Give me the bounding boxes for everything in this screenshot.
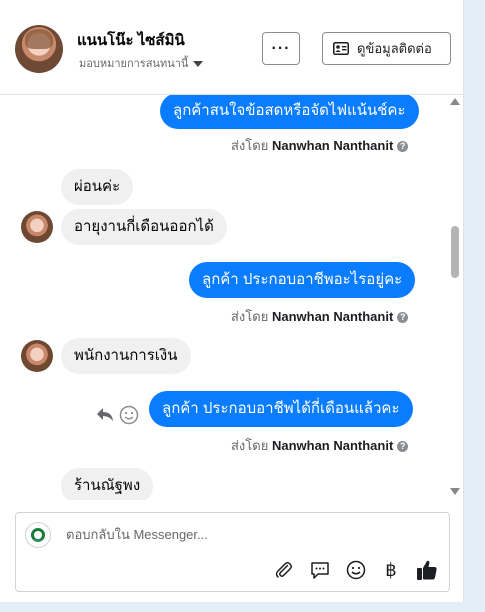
scroll-down-arrow-icon[interactable]	[450, 488, 460, 495]
message-incoming[interactable]: อายุงานกี่เดือนออกได้	[61, 209, 227, 245]
thumbs-up-icon	[417, 560, 437, 580]
emoji-button[interactable]	[345, 559, 367, 581]
reply-composer: ฿	[15, 512, 450, 592]
window-background	[464, 0, 485, 612]
emoji-reaction-icon[interactable]	[119, 405, 139, 425]
more-options-button[interactable]: ···	[262, 32, 300, 65]
message-outgoing[interactable]: ลูกค้า ประกอบอาชีพได้กี่เดือนแล้วคะ	[149, 391, 413, 427]
message-incoming[interactable]: พนักงานการเงิน	[61, 338, 191, 374]
contact-name[interactable]: แนนโน๊ะ ไซส์มินิ	[77, 28, 185, 52]
paperclip-icon	[275, 562, 292, 578]
baht-icon: ฿	[385, 560, 397, 580]
sender-name: Nanwhan Nanthanit	[271, 309, 394, 324]
saved-reply-icon	[311, 562, 329, 579]
sent-by-label: ส่งโดย Nanwhan Nanthanit?	[231, 306, 409, 327]
sent-by-label: ส่งโดย Nanwhan Nanthanit?	[231, 435, 409, 456]
assign-label: มอบหมายการสนทนานี้	[79, 58, 189, 70]
scroll-up-arrow-icon[interactable]	[450, 98, 460, 105]
reply-input[interactable]	[64, 526, 438, 543]
reply-icon[interactable]	[96, 406, 114, 422]
page-logo-icon	[25, 522, 51, 548]
message-outgoing[interactable]: ลูกค้าสนใจข้อสดหรือจัดไฟแน้นช์คะ	[160, 95, 419, 129]
message-outgoing[interactable]: ลูกค้า ประกอบอาชีพอะไรอยู่คะ	[189, 262, 416, 298]
send-like-button[interactable]	[416, 559, 438, 581]
emoji-icon	[346, 560, 366, 580]
sent-by-prefix: ส่งโดย	[231, 309, 269, 324]
view-contact-info-button[interactable]: ดูข้อมูลติดต่อ	[322, 32, 451, 65]
attach-file-button[interactable]	[273, 559, 295, 581]
conversation-header: แนนโน๊ะ ไซส์มินิ มอบหมายการสนทนานี้ ··· …	[0, 0, 463, 95]
contact-card-icon	[333, 42, 349, 55]
sent-by-prefix: ส่งโดย	[231, 138, 269, 153]
sender-name: Nanwhan Nanthanit	[271, 138, 394, 153]
help-icon[interactable]: ?	[397, 441, 409, 452]
caret-down-icon	[193, 61, 204, 68]
saved-reply-button[interactable]	[309, 559, 331, 581]
sent-by-prefix: ส่งโดย	[231, 438, 269, 453]
contact-avatar-small	[21, 340, 53, 372]
help-icon[interactable]: ?	[397, 312, 409, 323]
contact-avatar[interactable]	[15, 25, 63, 73]
scrollbar-thumb[interactable]	[451, 226, 459, 278]
view-contact-info-label: ดูข้อมูลติดต่อ	[357, 41, 432, 56]
more-options-label: ···	[271, 39, 291, 57]
window-background-bottom	[0, 602, 485, 612]
sender-name: Nanwhan Nanthanit	[271, 438, 394, 453]
conversation-panel: แนนโน๊ะ ไซส์มินิ มอบหมายการสนทนานี้ ··· …	[0, 0, 464, 602]
message-incoming[interactable]: ผ่อนค่ะ	[61, 169, 134, 205]
message-list[interactable]: ลูกค้าสนใจข้อสดหรือจัดไฟแน้นช์คะ ส่งโดย …	[0, 95, 463, 500]
message-incoming[interactable]: ร้านณัฐพง	[61, 468, 154, 500]
payment-button[interactable]: ฿	[380, 559, 402, 581]
sent-by-label: ส่งโดย Nanwhan Nanthanit?	[231, 135, 409, 156]
help-icon[interactable]: ?	[397, 141, 409, 152]
assign-conversation-dropdown[interactable]: มอบหมายการสนทนานี้	[79, 54, 204, 72]
contact-avatar-small	[21, 211, 53, 243]
